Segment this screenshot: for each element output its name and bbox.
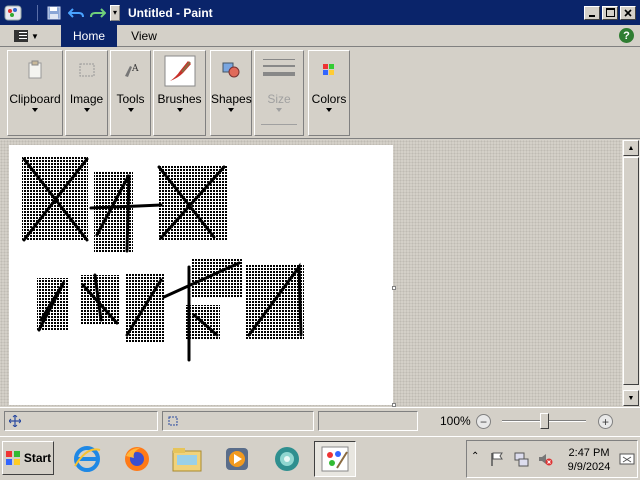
clipboard-label: Clipboard [9, 92, 61, 106]
selection-size-cell [162, 411, 314, 431]
colors-label: Colors [311, 92, 347, 106]
chevron-down-icon [83, 108, 90, 112]
tools-icon: A [124, 64, 139, 77]
windows-logo-icon [5, 451, 20, 465]
close-button[interactable] [620, 5, 636, 20]
firefox-icon[interactable] [116, 441, 158, 477]
zoom-level: 100% [440, 414, 471, 428]
volume-muted-icon[interactable] [537, 451, 553, 467]
tools-label: Tools [116, 92, 145, 106]
paint-menu-button[interactable]: ▼ [8, 27, 54, 45]
ribbon-tab-row: ▼ Home View ? [0, 25, 640, 47]
brushes-label: Brushes [157, 92, 202, 106]
chevron-down-icon [176, 108, 183, 112]
size-label: Size [267, 92, 291, 106]
status-bar: 100% − + [0, 407, 640, 433]
show-desktop-icon[interactable] [619, 453, 635, 467]
image-label: Image [69, 92, 104, 106]
chevron-down-icon [127, 108, 134, 112]
save-icon[interactable] [44, 4, 64, 22]
maximize-button[interactable] [602, 5, 618, 20]
cursor-position-icon [9, 415, 21, 427]
clipboard-group[interactable]: Clipboard [7, 50, 63, 136]
svg-text:A: A [131, 64, 139, 74]
palette-icon [323, 64, 334, 75]
tab-view[interactable]: View [124, 25, 164, 47]
close-icon [624, 8, 632, 17]
redo-icon[interactable] [88, 4, 108, 22]
size-group: Size [254, 50, 304, 136]
brush-icon [164, 55, 195, 87]
clock[interactable]: 2:47 PM 9/9/2024 [564, 446, 614, 474]
shapes-label: Shapes [211, 92, 252, 106]
cursor-position-cell [4, 411, 158, 431]
minimize-icon [589, 14, 595, 17]
shapes-group[interactable]: Shapes [210, 50, 252, 136]
media-player-icon[interactable] [216, 441, 258, 477]
scroll-up-button[interactable]: ▲ [623, 140, 639, 156]
window-title: Untitled - Paint [128, 5, 213, 20]
colors-group[interactable]: Colors [308, 50, 350, 136]
clock-date: 9/9/2024 [567, 461, 611, 473]
separator [37, 4, 38, 21]
customize-quick-access-button[interactable]: ▾ [110, 4, 120, 21]
clipboard-icon [28, 60, 42, 79]
help-icon[interactable]: ? [619, 28, 634, 43]
size-divider [261, 124, 297, 125]
scroll-down-button[interactable]: ▼ [623, 390, 639, 406]
tab-home[interactable]: Home [61, 25, 117, 47]
image-group[interactable]: Image [65, 50, 108, 136]
drawing-canvas[interactable] [9, 145, 393, 405]
shapes-icon [222, 62, 240, 78]
zoom-in-button[interactable]: + [598, 414, 613, 429]
zoom-out-button[interactable]: − [476, 414, 491, 429]
paint-app-icon[interactable] [3, 3, 23, 23]
image-select-icon [79, 63, 94, 77]
title-bar: ▾ Untitled - Paint [0, 0, 640, 25]
system-tray: ⌃ 2:47 PM 9/9/2024 [466, 440, 638, 478]
start-label: Start [23, 451, 52, 465]
chevron-down-icon [276, 108, 282, 112]
internet-explorer-icon[interactable] [66, 441, 108, 477]
window-controls [584, 5, 636, 20]
minimize-button[interactable] [584, 5, 600, 20]
network-icon[interactable] [266, 441, 308, 477]
image-size-cell [318, 411, 418, 431]
undo-icon[interactable] [66, 4, 86, 22]
canvas-workspace[interactable] [0, 140, 622, 407]
start-button[interactable]: Start [2, 441, 54, 475]
chevron-down-icon [326, 108, 332, 112]
brushes-group[interactable]: Brushes [153, 50, 206, 136]
action-center-flag-icon[interactable] [489, 451, 505, 467]
network-status-icon[interactable] [513, 451, 529, 467]
vertical-scrollbar[interactable]: ▲ ▼ [622, 140, 640, 406]
maximize-icon [605, 8, 615, 17]
show-hidden-icons-icon[interactable]: ⌃ [471, 451, 479, 462]
canvas-drawing [22, 157, 304, 362]
chevron-down-icon [32, 108, 38, 112]
quick-access-toolbar: ▾ [33, 4, 120, 22]
selection-size-icon [168, 416, 178, 426]
canvas-resize-handle[interactable] [392, 286, 396, 290]
tools-group[interactable]: A Tools [110, 50, 151, 136]
chevron-down-icon: ▼ [627, 394, 635, 402]
paint-icon[interactable] [314, 441, 356, 477]
clock-time: 2:47 PM [568, 447, 610, 459]
chevron-down-icon: ▼ [31, 31, 39, 41]
chevron-down-icon [228, 108, 234, 112]
file-explorer-icon[interactable] [166, 441, 208, 477]
size-icon [263, 59, 295, 76]
ribbon: Clipboard Image A Tools Brushes Shapes S… [0, 47, 640, 139]
paint-menu-icon [14, 30, 28, 42]
taskbar: Start ⌃ 2:47 PM 9/9/2024 [0, 436, 640, 480]
scrollbar-thumb[interactable] [623, 157, 639, 385]
zoom-slider-thumb[interactable] [540, 413, 549, 429]
chevron-up-icon: ▲ [627, 144, 635, 152]
